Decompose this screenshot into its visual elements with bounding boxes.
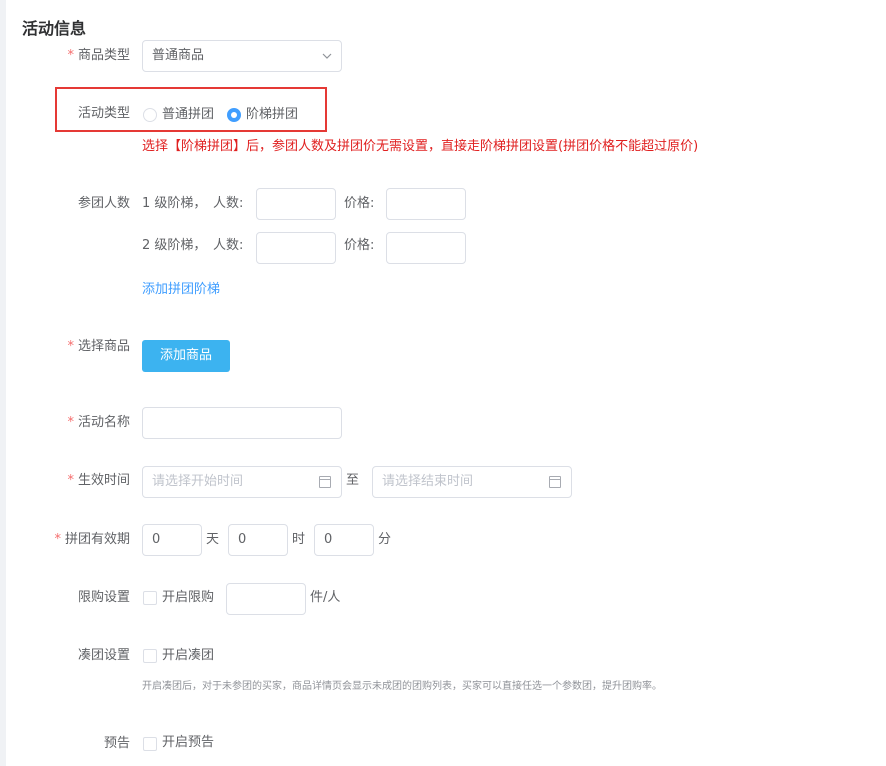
validity-days-value: 0	[152, 532, 161, 547]
tier-2-count-label: 人数:	[213, 238, 244, 253]
start-time-picker[interactable]: 请选择开始时间	[142, 466, 342, 498]
minutes-unit: 分	[378, 532, 392, 547]
activity-type-label: 活动类型	[77, 106, 130, 121]
add-tier-link[interactable]: 添加拼团阶梯	[142, 280, 220, 300]
activity-name-label: 活动名称	[0, 413, 130, 433]
tier-2-label: 2 级阶梯，	[142, 238, 207, 253]
group-fill-hint: 开启凑团后，对于未参团的买家，商品详情页会显示未成团的团购列表，买家可以直接任选…	[142, 681, 662, 692]
group-fill-label: 凑团设置	[77, 648, 130, 663]
chevron-down-icon	[322, 41, 332, 71]
end-time-picker[interactable]: 请选择结束时间	[372, 466, 572, 498]
validity-label: 拼团有效期	[0, 530, 130, 550]
preview-checkbox-label: 开启预告	[162, 735, 215, 750]
purchase-limit-input[interactable]	[226, 583, 306, 615]
purchase-limit-checkbox[interactable]	[143, 591, 157, 605]
preview-label: 预告	[103, 736, 130, 751]
tier-1-price-input[interactable]	[386, 188, 466, 220]
activity-name-input[interactable]	[142, 407, 342, 439]
radio-normal-group-label: 普通拼团	[162, 107, 215, 122]
calendar-icon	[549, 476, 561, 488]
start-time-placeholder: 请选择开始时间	[152, 474, 244, 489]
tier-1-count-label: 人数:	[213, 196, 244, 211]
tier-1-price-label: 价格:	[344, 196, 375, 211]
group-fill-checkbox-label: 开启凑团	[162, 648, 215, 663]
group-fill-checkbox[interactable]	[143, 649, 157, 663]
tier-2-price-input[interactable]	[386, 232, 466, 264]
activity-type-warning: 选择【阶梯拼团】后，参团人数及拼团价无需设置，直接走阶梯拼团设置(拼团价格不能超…	[142, 139, 699, 154]
preview-checkbox[interactable]	[143, 737, 157, 751]
calendar-icon	[319, 476, 331, 488]
radio-tiered-group-label: 阶梯拼团	[246, 107, 299, 122]
tier-1-count-input[interactable]	[256, 188, 336, 220]
radio-tiered-group[interactable]	[227, 108, 241, 122]
purchase-limit-label: 限购设置	[77, 590, 130, 605]
product-type-label: 商品类型	[0, 46, 130, 66]
product-type-value: 普通商品	[152, 48, 205, 63]
tier-2-count-input[interactable]	[256, 232, 336, 264]
validity-days-input[interactable]: 0	[142, 524, 202, 556]
section-title: 活动信息	[22, 19, 87, 38]
add-product-button[interactable]: 添加商品	[142, 340, 230, 372]
participants-label: 参团人数	[77, 196, 130, 211]
tier-1-label: 1 级阶梯，	[142, 196, 207, 211]
validity-hours-value: 0	[238, 532, 247, 547]
radio-normal-group[interactable]	[143, 108, 157, 122]
validity-minutes-input[interactable]: 0	[314, 524, 374, 556]
time-separator: 至	[346, 473, 360, 488]
purchase-limit-checkbox-label: 开启限购	[162, 590, 215, 605]
validity-minutes-value: 0	[324, 532, 333, 547]
validity-hours-input[interactable]: 0	[228, 524, 288, 556]
end-time-placeholder: 请选择结束时间	[382, 474, 474, 489]
select-product-label: 选择商品	[0, 337, 130, 357]
purchase-limit-unit: 件/人	[310, 590, 341, 605]
product-type-select[interactable]: 普通商品	[142, 40, 342, 72]
tier-2-price-label: 价格:	[344, 238, 375, 253]
hours-unit: 时	[292, 532, 306, 547]
days-unit: 天	[206, 532, 220, 547]
effective-time-label: 生效时间	[0, 471, 130, 491]
